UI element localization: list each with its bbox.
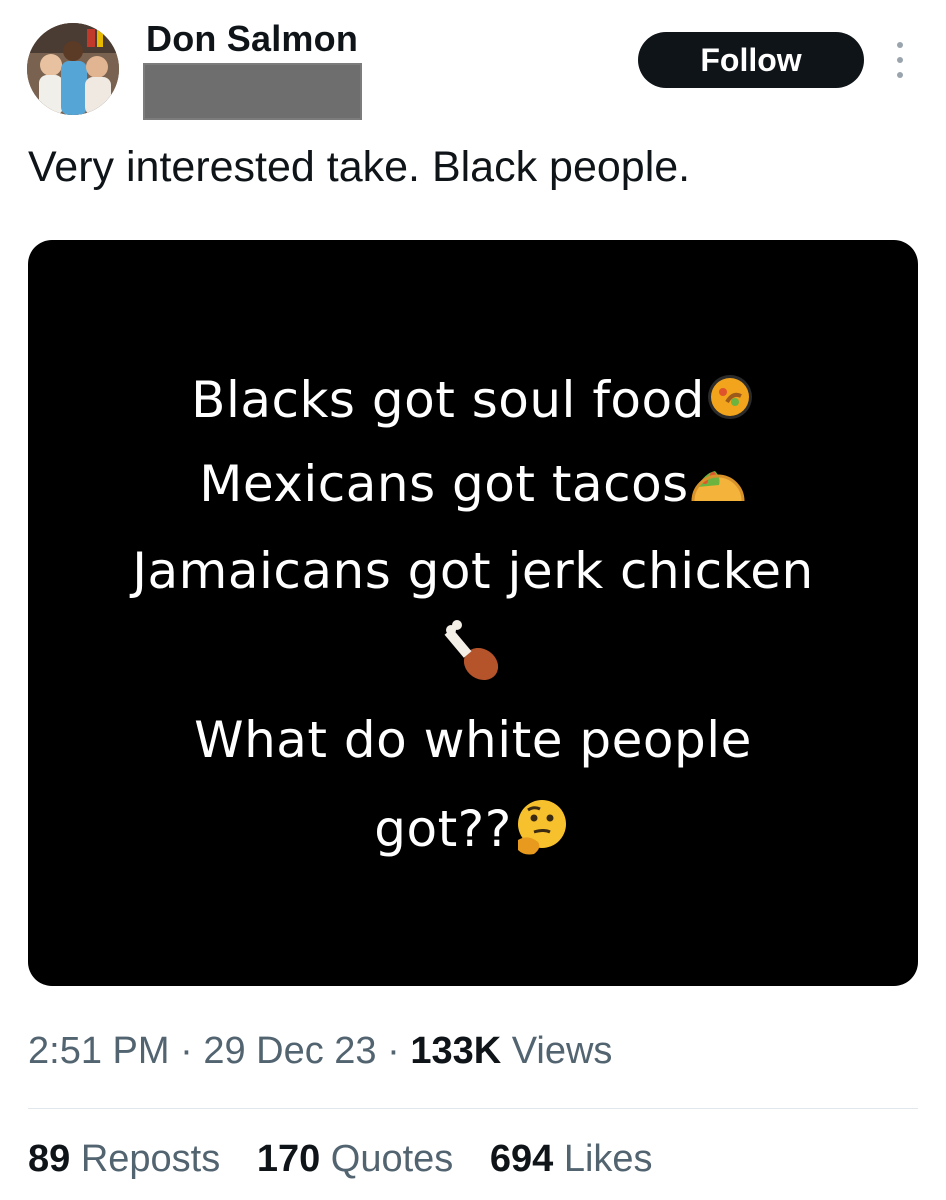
quotes-stat[interactable]: 170 Quotes [257, 1138, 453, 1180]
more-dot [897, 57, 903, 63]
media-line-1-text: Blacks got soul food [191, 371, 705, 429]
meta-separator: · [169, 1030, 204, 1072]
avatar-photo [27, 23, 119, 115]
reposts-stat[interactable]: 89 Reposts [28, 1138, 220, 1180]
meta-separator: · [376, 1030, 411, 1072]
thinking-face-icon [512, 796, 572, 869]
more-dot [897, 72, 903, 78]
divider [28, 1108, 918, 1109]
tweet-text: Very interested take. Black people. [28, 143, 691, 191]
likes-count: 694 [489, 1138, 554, 1180]
media-line-1: Blacks got soul food [28, 370, 918, 435]
media-line-4: What do white people [28, 710, 918, 770]
views-label: Views [501, 1030, 613, 1072]
media-line-2: Mexicans got tacos [28, 454, 918, 518]
tweet-meta: 2:51 PM · 29 Dec 23 · 133K Views [28, 1030, 612, 1073]
media-line-3: Jamaicans got jerk chicken [28, 541, 918, 601]
taco-icon [689, 458, 747, 518]
tweet-date[interactable]: 29 Dec 23 [203, 1030, 376, 1072]
reposts-count: 89 [28, 1138, 71, 1180]
paella-icon [705, 372, 755, 435]
avatar[interactable] [27, 23, 119, 115]
media-line-3-emoji [28, 620, 918, 697]
quotes-count: 170 [256, 1138, 321, 1180]
tweet-time[interactable]: 2:51 PM [28, 1030, 170, 1072]
redacted-handle [143, 63, 362, 120]
follow-button[interactable]: Follow [638, 32, 864, 88]
more-options-icon[interactable] [890, 42, 910, 78]
media-line-5: got?? [28, 796, 918, 869]
reposts-label: Reposts [70, 1138, 221, 1180]
tweet-media-image[interactable]: Blacks got soul food Mexicans got tacos … [28, 240, 918, 986]
author-display-name[interactable]: Don Salmon [146, 18, 358, 60]
media-line-4-text: What do white people [194, 711, 752, 769]
media-line-2-text: Mexicans got tacos [199, 455, 689, 513]
media-line-5-text: got?? [374, 800, 512, 858]
more-dot [897, 42, 903, 48]
views-count[interactable]: 133K [410, 1030, 501, 1072]
likes-label: Likes [553, 1138, 653, 1180]
likes-stat[interactable]: 694 Likes [490, 1138, 653, 1180]
engagement-stats: 89 Reposts 170 Quotes 694 Likes [28, 1138, 679, 1181]
poultry-leg-icon [443, 620, 503, 697]
quotes-label: Quotes [320, 1138, 454, 1180]
media-line-3-text: Jamaicans got jerk chicken [132, 542, 814, 600]
